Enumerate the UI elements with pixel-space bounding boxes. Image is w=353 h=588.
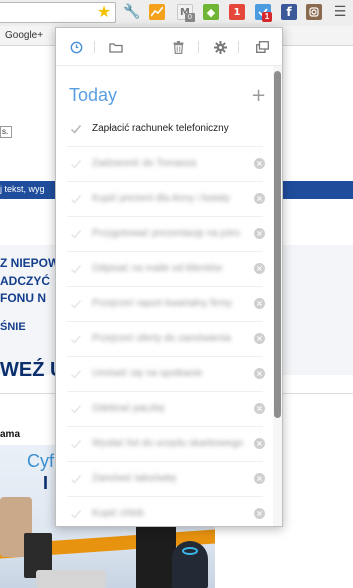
- folder-icon[interactable]: [108, 39, 124, 55]
- delete-task-icon[interactable]: ×: [254, 298, 265, 309]
- any-do-badge: 1: [262, 12, 272, 22]
- page-promo-line-1: Z NIEPOW: [0, 256, 60, 270]
- task-item[interactable]: Zamówić taksówkę ×: [56, 462, 276, 497]
- facebook-extension-icon[interactable]: f: [281, 4, 297, 20]
- task-text[interactable]: Kupić prezent dla Anny i kwiaty: [92, 193, 248, 204]
- checkmark-icon[interactable]: [70, 332, 82, 344]
- bookmark-google-plus[interactable]: Google+: [5, 30, 43, 41]
- add-task-button[interactable]: +: [251, 87, 266, 105]
- page-section-label: ama: [0, 429, 21, 440]
- task-text[interactable]: Odebrać paczkę: [92, 403, 248, 414]
- delete-task-icon[interactable]: ×: [254, 438, 265, 449]
- task-text[interactable]: Przygotować prezentację na jutro: [92, 228, 248, 239]
- gmail-badge: 0: [185, 13, 195, 22]
- task-item[interactable]: Przygotować prezentację na jutro ×: [56, 217, 276, 252]
- checkmark-icon[interactable]: [70, 227, 82, 239]
- task-item[interactable]: Zadzwonić do Tomasza ×: [56, 147, 276, 182]
- checkmark-icon[interactable]: [70, 402, 82, 414]
- delete-task-icon[interactable]: ×: [254, 193, 265, 204]
- popout-window-icon[interactable]: [254, 39, 270, 55]
- page-promo-line-2: ADCZYĆ: [0, 274, 50, 288]
- delete-task-icon[interactable]: ×: [254, 368, 265, 379]
- task-text[interactable]: Kupić chleb: [92, 508, 248, 519]
- delete-task-icon[interactable]: ×: [254, 333, 265, 344]
- checkmark-icon[interactable]: [70, 437, 82, 449]
- checkmark-icon[interactable]: [70, 262, 82, 274]
- trash-icon[interactable]: [170, 39, 186, 55]
- task-item[interactable]: Wysłać list do urzędu skarbowego ×: [56, 427, 276, 462]
- checkmark-icon[interactable]: [70, 507, 82, 519]
- task-item[interactable]: Odpisać na maile od klientów ×: [56, 252, 276, 287]
- page-tag: s.: [0, 126, 13, 138]
- task-text[interactable]: Umówić się na spotkanie: [92, 368, 248, 379]
- chart-extension-icon[interactable]: [149, 4, 165, 20]
- task-text[interactable]: Wysłać list do urzędu skarbowego: [92, 438, 248, 449]
- checkmark-icon[interactable]: [70, 122, 82, 134]
- delete-task-icon[interactable]: ×: [254, 508, 265, 519]
- bookmark-star-icon[interactable]: ★: [96, 2, 112, 21]
- toolbar-divider: [238, 41, 239, 53]
- checkmark-icon[interactable]: [70, 367, 82, 379]
- delete-task-icon[interactable]: ×: [254, 403, 265, 414]
- task-item[interactable]: Zapłacić rachunek telefoniczny: [56, 112, 276, 147]
- ad-headline: Cyf: [27, 451, 54, 471]
- wrench-icon[interactable]: 🔧: [123, 4, 140, 20]
- delete-task-icon[interactable]: ×: [254, 158, 265, 169]
- gear-icon[interactable]: [212, 39, 228, 55]
- checkmark-icon[interactable]: [70, 192, 82, 204]
- task-text[interactable]: Zapłacić rachunek telefoniczny: [92, 123, 248, 134]
- page-promo-line-3: FONU N: [0, 291, 46, 305]
- checkmark-icon[interactable]: [70, 157, 82, 169]
- instagram-extension-icon[interactable]: [306, 4, 322, 20]
- ad-device-router: [172, 541, 208, 588]
- page-blue-bar-text: j tekst, wyg: [0, 184, 45, 194]
- task-text[interactable]: Zadzwonić do Tomasza: [92, 158, 248, 169]
- section-title-today: Today: [69, 85, 118, 105]
- toolbar-divider: [94, 41, 95, 53]
- delete-task-icon[interactable]: ×: [254, 263, 265, 274]
- task-item[interactable]: Przejrzeć oferty do zamówienia ×: [56, 322, 276, 357]
- task-item[interactable]: Przejrzeć raport kwartalny firmy ×: [56, 287, 276, 322]
- evernote-extension-icon[interactable]: ◆: [203, 4, 219, 20]
- chrome-menu-icon[interactable]: ☰: [332, 4, 348, 20]
- task-text[interactable]: Przejrzeć oferty do zamówienia: [92, 333, 248, 344]
- red-extension-icon[interactable]: 1: [229, 4, 245, 20]
- task-item[interactable]: Kupić prezent dla Anny i kwiaty ×: [56, 182, 276, 217]
- ad-subheadline: I: [43, 473, 49, 493]
- task-text[interactable]: Odpisać na maile od klientów: [92, 263, 248, 274]
- task-text[interactable]: Zamówić taksówkę: [92, 473, 248, 484]
- task-text[interactable]: Przejrzeć raport kwartalny firmy: [92, 298, 248, 309]
- clock-icon[interactable]: [68, 39, 84, 55]
- toolbar-divider: [198, 41, 199, 53]
- browser-toolbar: ★ 🔧 M 0 ◆ 1 1 f ☰: [0, 0, 353, 26]
- task-item[interactable]: Odebrać paczkę ×: [56, 392, 276, 427]
- any-do-popup: Today + Zapłacić rachunek telefoniczny Za…: [55, 27, 283, 527]
- popup-scrollbar-thumb[interactable]: [274, 71, 281, 418]
- popup-toolbar: [56, 28, 282, 66]
- checkmark-icon[interactable]: [70, 297, 82, 309]
- task-item[interactable]: Kupić chleb ×: [56, 497, 276, 526]
- ad-speakers: [36, 570, 106, 588]
- delete-task-icon[interactable]: ×: [254, 228, 265, 239]
- checkmark-icon[interactable]: [70, 472, 82, 484]
- delete-task-icon[interactable]: ×: [254, 473, 265, 484]
- page-promo-line-4: ŚNIE: [0, 321, 26, 333]
- task-item[interactable]: Umówić się na spotkanie ×: [56, 357, 276, 392]
